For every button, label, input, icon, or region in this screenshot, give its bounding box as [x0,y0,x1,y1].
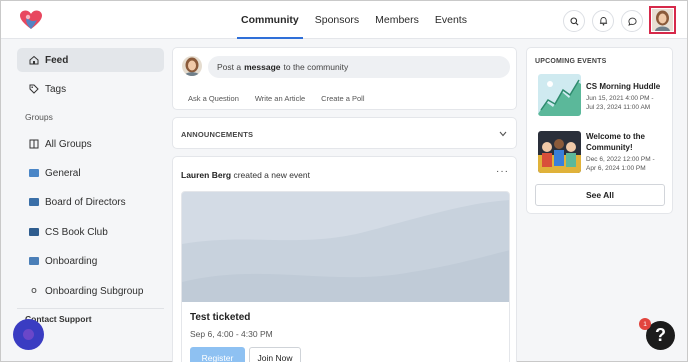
event-date: Sep 6, 4:00 - 4:30 PM [190,329,273,339]
avatar [652,9,673,31]
announcements-label: ANNOUNCEMENTS [181,130,254,139]
sidebar-item-label: General [45,167,81,179]
group-initial-icon: O [31,287,37,295]
upcoming-events-panel: UPCOMING EVENTS CS Morning Huddle Jun 15… [526,47,673,214]
sidebar-item-general[interactable]: General [17,161,164,185]
nav-members[interactable]: Members [367,1,427,39]
chat-widget-button[interactable] [13,319,44,350]
event-cover-image [182,192,509,302]
help-badge: 1 [639,318,651,330]
sidebar-item-label: All Groups [45,138,92,150]
event-thumbnail[interactable] [538,131,581,173]
sidebar-divider [17,308,164,309]
columns-icon [29,139,39,149]
profile-avatar-button[interactable] [649,6,676,34]
bell-icon [599,17,607,26]
event-date-start: Jun 15, 2021 4:00 PM - [586,95,654,102]
search-button[interactable] [563,10,585,32]
group-thumbnail-icon [29,169,39,177]
tag-icon [29,84,39,94]
create-poll-link[interactable]: Create a Poll [321,94,364,103]
sidebar-item-tags[interactable]: Tags [17,77,164,101]
sidebar-item-label: Feed [45,54,69,66]
sidebar-item-label: Tags [45,83,67,95]
composer-actions: Ask a Question Write an Article Create a… [188,94,365,103]
top-bar: Community Sponsors Members Events [1,1,687,39]
nav-community[interactable]: Community [233,1,307,39]
event-date-end: Jul 23, 2024 11:00 AM [586,104,651,111]
nav-sponsors[interactable]: Sponsors [307,1,367,39]
sidebar-item-label: Onboarding Subgroup [45,285,144,297]
home-icon [29,55,39,65]
group-thumbnail-icon [29,228,39,236]
chevron-down-icon [499,129,507,139]
left-sidebar: Feed Tags Groups All Groups General Boar… [1,40,171,362]
upcoming-events-title: UPCOMING EVENTS [535,58,607,65]
event-date-end: Apr 6, 2024 1:00 PM [586,165,646,172]
sidebar-item-onboarding-subgroup[interactable]: O Onboarding Subgroup [17,279,164,303]
notifications-button[interactable] [592,10,614,32]
sidebar-item-label: Board of Directors [45,196,126,208]
sidebar-item-feed[interactable]: Feed [17,48,164,72]
post-message-input[interactable]: Post a message to the community [208,56,510,78]
ask-question-link[interactable]: Ask a Question [188,94,239,103]
composer-prefix: Post a [217,62,242,72]
write-article-link[interactable]: Write an Article [255,94,305,103]
event-name[interactable]: Welcome to the [586,131,645,142]
post-action: created a new event [233,170,311,180]
sidebar-item-label: CS Book Club [45,226,108,238]
messages-button[interactable] [621,10,643,32]
nav-events[interactable]: Events [427,1,475,39]
feed-post: Lauren Berg created a new event ··· Test… [172,156,517,362]
sidebar-item-cs-book-club[interactable]: CS Book Club [17,220,164,244]
event-title: Test ticketed [190,312,251,323]
event-name[interactable]: Community! [586,142,633,153]
post-author[interactable]: Lauren Berg [181,170,231,180]
sidebar-item-all-groups[interactable]: All Groups [17,132,164,156]
composer-bold: message [244,62,281,72]
post-composer: Post a message to the community Ask a Qu… [172,47,517,110]
event-name[interactable]: CS Morning Huddle [586,81,660,92]
group-thumbnail-icon [29,257,39,265]
main-nav: Community Sponsors Members Events [233,1,475,39]
event-date-start: Dec 6, 2022 12:00 PM - [586,156,655,163]
sidebar-item-onboarding[interactable]: Onboarding [17,249,164,273]
join-now-button[interactable]: Join Now [249,347,301,362]
avatar [182,56,202,76]
register-button[interactable]: Register [190,347,245,362]
composer-suffix: to the community [283,62,349,72]
event-card[interactable]: Test ticketed Sep 6, 4:00 - 4:30 PM Regi… [181,191,510,362]
see-all-button[interactable]: See All [535,184,665,206]
event-thumbnail[interactable] [538,74,581,116]
groups-heading: Groups [25,112,53,122]
more-options-icon[interactable]: ··· [496,166,509,177]
announcements-panel[interactable]: ANNOUNCEMENTS [172,117,517,149]
search-icon [569,16,578,25]
sidebar-item-board-of-directors[interactable]: Board of Directors [17,190,164,214]
sidebar-item-label: Onboarding [45,255,98,267]
chat-icon [627,17,637,26]
group-thumbnail-icon [29,198,39,206]
community-logo[interactable] [19,9,43,31]
post-header: Lauren Berg created a new event [181,170,310,180]
